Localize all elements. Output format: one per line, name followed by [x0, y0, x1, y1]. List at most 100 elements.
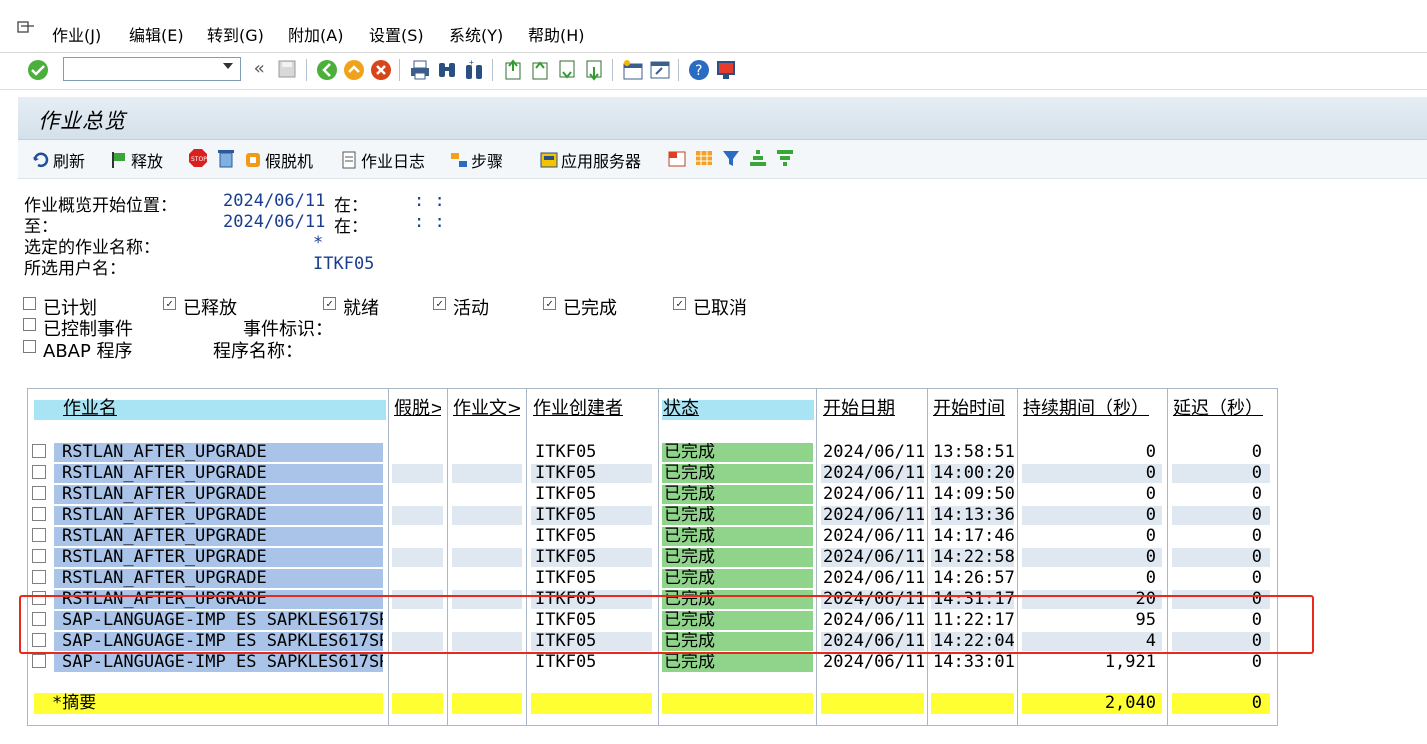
filter-abap-checkbox[interactable]	[23, 340, 36, 353]
job-name-cell[interactable]: RSTLAN_AFTER_UPGRADE	[54, 485, 383, 504]
column-header[interactable]: 状态	[663, 398, 812, 420]
window-menu-icon[interactable]	[17, 20, 35, 36]
filter-icon[interactable]	[721, 148, 741, 168]
exit-icon[interactable]	[343, 59, 365, 81]
filter-released-label: 已释放	[183, 298, 237, 319]
spool-cell	[392, 653, 443, 672]
cancel-icon[interactable]	[370, 59, 392, 81]
spool-icon	[246, 153, 260, 167]
customize-layout-icon[interactable]	[715, 59, 737, 81]
column-header[interactable]: 延迟（秒）	[1173, 398, 1271, 420]
menu-help[interactable]: 帮助(H)	[528, 22, 585, 46]
job-name-cell[interactable]: RSTLAN_AFTER_UPGRADE	[54, 464, 383, 483]
filter-finished-checkbox[interactable]: ✓	[543, 297, 556, 310]
filter-ready-label: 就绪	[343, 298, 379, 319]
duration-cell: 0	[1022, 443, 1162, 462]
collapse-icon[interactable]: «	[254, 58, 265, 79]
summary-delay: 0	[1172, 693, 1270, 714]
filter-event-checkbox[interactable]	[23, 318, 36, 331]
steps-button[interactable]: 步骤	[450, 148, 503, 172]
first-page-icon[interactable]	[502, 59, 524, 81]
filter-canceled-checkbox[interactable]: ✓	[673, 297, 686, 310]
previous-page-icon[interactable]	[529, 59, 551, 81]
creator-cell: ITKF05	[531, 464, 652, 483]
find-next-icon[interactable]: +	[463, 59, 485, 81]
print-list-icon[interactable]	[667, 148, 687, 168]
row-select-checkbox[interactable]	[32, 570, 46, 584]
grid-icon[interactable]	[694, 148, 714, 168]
stop-icon[interactable]: STOP	[188, 148, 208, 168]
job-name-cell[interactable]: RSTLAN_AFTER_UPGRADE	[54, 548, 383, 567]
job-doc-cell	[452, 569, 522, 588]
refresh-button[interactable]: 刷新	[32, 148, 85, 172]
highlight-box	[19, 595, 1314, 654]
menu-edit[interactable]: 编辑(E)	[129, 22, 184, 46]
spool-button[interactable]: 假脱机	[244, 148, 313, 172]
duration-cell: 0	[1022, 569, 1162, 588]
start-date-cell: 2024/06/11	[821, 548, 924, 567]
job-name-cell[interactable]: RSTLAN_AFTER_UPGRADE	[54, 527, 383, 546]
column-header[interactable]: 作业名	[63, 398, 409, 420]
filter-active-checkbox[interactable]: ✓	[433, 297, 446, 310]
next-page-icon[interactable]	[556, 59, 578, 81]
steps-icon	[451, 153, 467, 167]
filter-ready-checkbox[interactable]: ✓	[323, 297, 336, 310]
delay-cell: 0	[1172, 485, 1270, 504]
status-cell: 已完成	[662, 443, 813, 462]
column-header[interactable]: 开始时间	[933, 398, 1013, 420]
sort-descending-icon[interactable]	[775, 148, 795, 168]
column-header[interactable]: 开始日期	[823, 398, 924, 420]
job-name-cell[interactable]: RSTLAN_AFTER_UPGRADE	[54, 443, 383, 462]
help-icon[interactable]: ?	[688, 59, 710, 81]
command-field[interactable]	[63, 57, 241, 81]
row-select-checkbox[interactable]	[32, 465, 46, 479]
filter-canceled-label: 已取消	[693, 298, 747, 319]
menu-settings[interactable]: 设置(S)	[369, 22, 424, 46]
save-icon[interactable]	[277, 59, 297, 79]
back-icon[interactable]	[316, 59, 338, 81]
job-name-cell[interactable]: SAP-LANGUAGE-IMP ES SAPKLES617SR	[54, 653, 383, 672]
row-select-checkbox[interactable]	[32, 549, 46, 563]
column-header[interactable]: 持续期间（秒）	[1023, 398, 1165, 420]
creator-cell: ITKF05	[531, 485, 652, 504]
job-doc-cell	[452, 464, 522, 483]
chevron-down-icon[interactable]	[223, 63, 233, 69]
column-header[interactable]: 作业文>	[453, 398, 520, 420]
row-select-checkbox[interactable]	[32, 507, 46, 521]
row-select-checkbox[interactable]	[32, 444, 46, 458]
sort-ascending-icon[interactable]	[748, 148, 768, 168]
menu-extras[interactable]: 附加(A)	[288, 22, 343, 46]
start-time-cell: 14:33:01	[931, 653, 1014, 672]
column-header[interactable]: 作业创建者	[533, 398, 653, 420]
print-icon[interactable]	[409, 59, 431, 81]
menu-job[interactable]: 作业(J)	[52, 22, 101, 46]
find-icon[interactable]	[436, 59, 458, 81]
job-name-cell[interactable]: RSTLAN_AFTER_UPGRADE	[54, 506, 383, 525]
user-label: 所选用户名：	[24, 259, 126, 279]
job-log-label: 作业日志	[361, 152, 426, 171]
column-divider	[1017, 388, 1018, 726]
menu-system[interactable]: 系统(Y)	[449, 22, 503, 46]
delete-icon[interactable]	[216, 148, 236, 168]
duration-cell: 0	[1022, 506, 1162, 525]
menu-goto[interactable]: 转到(G)	[207, 22, 264, 46]
status-cell: 已完成	[662, 527, 813, 546]
last-page-icon[interactable]	[583, 59, 605, 81]
status-cell: 已完成	[662, 548, 813, 567]
column-header[interactable]: 假脱>	[394, 398, 441, 420]
row-select-checkbox[interactable]	[32, 486, 46, 500]
new-session-icon[interactable]	[622, 59, 644, 81]
filter-planned-checkbox[interactable]	[23, 297, 36, 310]
row-select-checkbox[interactable]	[32, 528, 46, 542]
duration-cell: 0	[1022, 548, 1162, 567]
job-log-button[interactable]: 作业日志	[340, 148, 425, 172]
filter-released-checkbox[interactable]: ✓	[163, 297, 176, 310]
shortcut-icon[interactable]	[649, 59, 671, 81]
enter-icon[interactable]	[27, 59, 49, 81]
release-button[interactable]: 释放	[110, 148, 163, 172]
page-title: 作业总览	[38, 109, 126, 133]
row-select-checkbox[interactable]	[32, 654, 46, 668]
job-name-cell[interactable]: RSTLAN_AFTER_UPGRADE	[54, 569, 383, 588]
app-server-button[interactable]: 应用服务器	[540, 148, 641, 172]
separator	[492, 59, 493, 81]
